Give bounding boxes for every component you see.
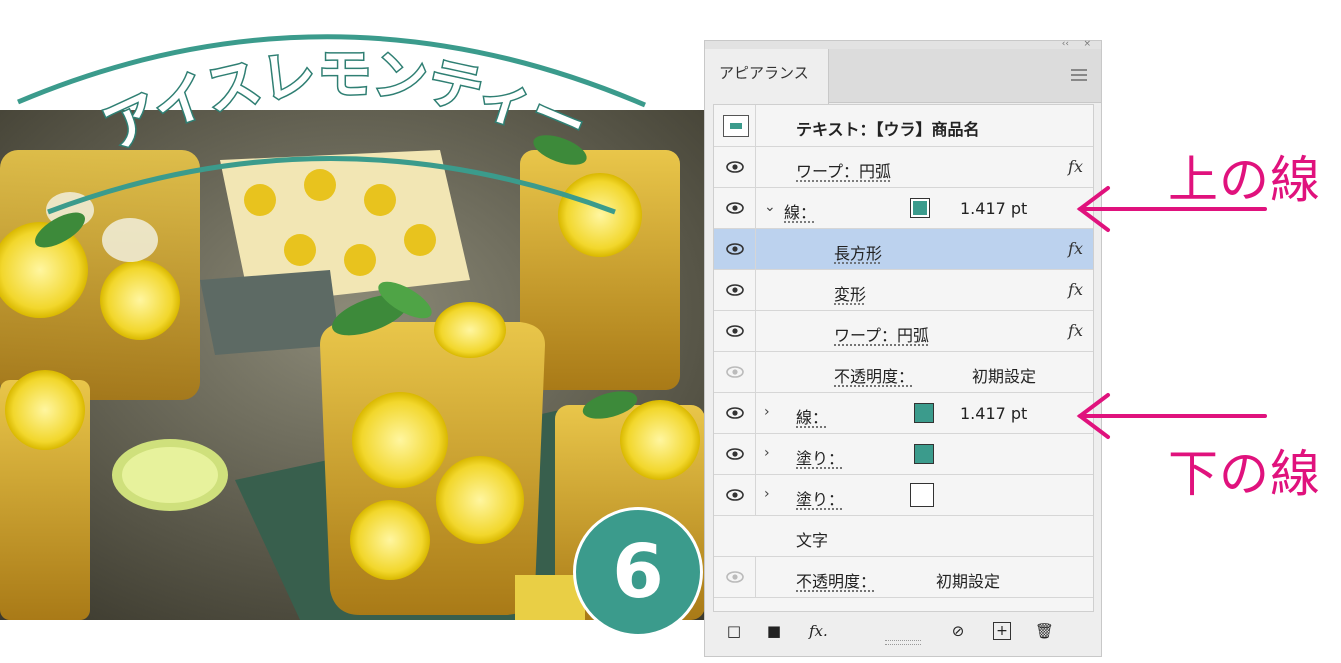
object-label: テキスト：【ウラ】商品名	[796, 120, 980, 139]
annotation-lower-line: 下の線	[1168, 445, 1321, 503]
stroke-color-swatch[interactable]	[914, 403, 934, 423]
step-number: 6	[612, 529, 664, 615]
visibility-eye-icon[interactable]	[726, 161, 744, 173]
expand-caret-icon[interactable]: ›	[764, 445, 770, 461]
panel-tabbar: アピアランス	[705, 49, 1101, 104]
appearance-row-warp-2[interactable]: ワープ：円弧 fx	[714, 311, 1093, 352]
clear-appearance-icon[interactable]: ⊘	[949, 622, 967, 640]
object-thumbnail-icon	[723, 115, 749, 137]
opacity-value: 初期設定	[972, 367, 1037, 386]
opacity-value: 初期設定	[936, 572, 1001, 591]
fill-label[interactable]: 塗り：	[796, 445, 844, 469]
effect-label[interactable]: ワープ：円弧	[834, 322, 929, 346]
fill-none-swatch[interactable]	[910, 483, 934, 507]
close-icon[interactable]: ×	[1083, 39, 1091, 49]
visibility-eye-icon[interactable]	[726, 407, 744, 419]
resize-grip[interactable]	[885, 640, 921, 645]
add-stroke-icon[interactable]: □	[725, 622, 743, 640]
annotation-arrows	[1076, 186, 1267, 439]
trash-icon[interactable]: 🗑	[1035, 622, 1054, 640]
visibility-eye-icon[interactable]	[726, 284, 744, 296]
add-effect-icon[interactable]: fx.	[809, 622, 828, 640]
visibility-eye-icon[interactable]	[726, 325, 744, 337]
appearance-row-rectangle[interactable]: 長方形 fx	[714, 229, 1093, 270]
appearance-row-fill[interactable]: › 塗り：	[714, 434, 1093, 475]
fill-label[interactable]: 塗り：	[796, 486, 844, 510]
appearance-list: テキスト：【ウラ】商品名 ワープ：円弧 fx ⌄ 線： 1.417 pt 長方形…	[713, 104, 1094, 612]
appearance-row-object[interactable]: テキスト：【ウラ】商品名	[714, 105, 1093, 147]
tab-label: アピアランス	[719, 64, 809, 82]
appearance-row-fill-2[interactable]: › 塗り：	[714, 475, 1093, 516]
characters-label[interactable]: 文字	[796, 527, 828, 551]
opacity-label[interactable]: 不透明度：	[834, 363, 914, 387]
panel-titlebar[interactable]: ‹‹ ×	[705, 39, 1101, 49]
opacity-label[interactable]: 不透明度：	[796, 568, 876, 592]
collapse-icon[interactable]: ‹‹	[1062, 39, 1069, 49]
appearance-row-transform[interactable]: 変形 fx	[714, 270, 1093, 311]
fx-icon[interactable]: fx	[1068, 157, 1083, 176]
appearance-row-stroke-upper[interactable]: ⌄ 線： 1.417 pt	[714, 188, 1093, 229]
expand-caret-icon[interactable]: ›	[764, 404, 770, 420]
stroke-color-swatch[interactable]	[910, 198, 930, 218]
visibility-eye-icon[interactable]	[726, 243, 744, 255]
visibility-eye-icon[interactable]	[726, 202, 744, 214]
fill-color-swatch[interactable]	[914, 444, 934, 464]
add-fill-icon[interactable]: ■	[765, 622, 783, 640]
effect-label[interactable]: 変形	[834, 281, 866, 305]
appearance-row-opacity-2[interactable]: 不透明度： 初期設定	[714, 557, 1093, 598]
appearance-row-opacity[interactable]: 不透明度： 初期設定	[714, 352, 1093, 393]
thumbnail-cell	[714, 105, 756, 146]
effect-label[interactable]: 長方形	[834, 240, 882, 264]
appearance-panel: ‹‹ × アピアランス テキスト：【ウラ】商品名 ワープ：円弧 fx ⌄ 線： …	[704, 39, 1102, 657]
stroke-weight-value[interactable]: 1.417 pt	[960, 199, 1027, 218]
expand-caret-icon[interactable]: ›	[764, 486, 770, 502]
appearance-row-warp[interactable]: ワープ：円弧 fx	[714, 147, 1093, 188]
expand-caret-icon[interactable]: ⌄	[764, 199, 776, 215]
visibility-eye-icon[interactable]	[726, 489, 744, 501]
visibility-eye-icon-dim[interactable]	[726, 366, 744, 378]
visibility-eye-icon[interactable]	[726, 448, 744, 460]
panel-bottom-toolbar: □ ■ fx. ⊘ + 🗑	[705, 617, 1101, 647]
effect-label[interactable]: ワープ：円弧	[796, 158, 891, 182]
appearance-row-stroke-lower[interactable]: › 線： 1.417 pt	[714, 393, 1093, 434]
tab-appearance[interactable]: アピアランス	[705, 49, 829, 104]
appearance-row-characters[interactable]: 文字	[714, 516, 1093, 557]
panel-menu-icon[interactable]	[1071, 69, 1087, 81]
stroke-weight-value[interactable]: 1.417 pt	[960, 404, 1027, 423]
arrow-upper-icon	[1076, 186, 1267, 232]
stroke-label[interactable]: 線：	[796, 404, 828, 428]
arrow-lower-icon	[1076, 393, 1267, 439]
stroke-label[interactable]: 線：	[784, 199, 816, 223]
duplicate-item-icon[interactable]: +	[993, 622, 1011, 640]
step-number-badge: 6	[573, 507, 703, 637]
visibility-eye-icon-dim[interactable]	[726, 571, 744, 583]
